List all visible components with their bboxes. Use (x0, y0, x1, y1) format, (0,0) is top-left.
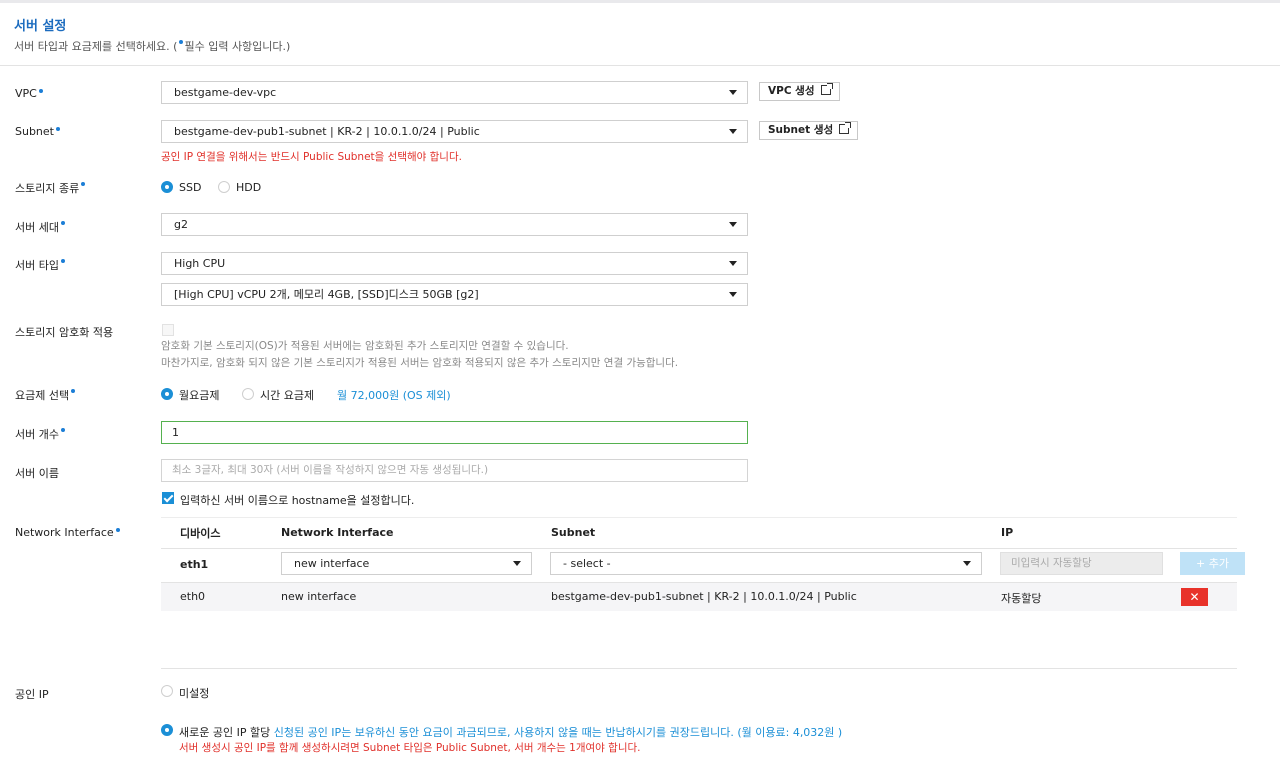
required-dot-icon (115, 528, 120, 532)
server-type-label: 서버 타입 (15, 257, 66, 273)
caret-down-icon (729, 292, 737, 297)
ni-interface-value: new interface (294, 557, 370, 570)
subnet-select[interactable]: bestgame-dev-pub1-subnet | KR-2 | 10.0.1… (161, 120, 748, 143)
ni-edit-device: eth1 (180, 558, 209, 571)
caret-down-icon (963, 561, 971, 566)
public-ip-label: 공인 IP (15, 688, 49, 701)
subtitle-prefix: 서버 타입과 요금제를 선택하세요. ( (14, 40, 178, 53)
pricing-monthly-radio[interactable] (161, 388, 173, 400)
create-vpc-label: VPC 생성 (768, 85, 815, 97)
pricing-label: 요금제 선택 (15, 387, 76, 403)
public-ip-new-note: 신청된 공인 IP는 보유하신 동안 요금이 과금되므로, 사용하지 않을 때는… (273, 726, 843, 739)
public-ip-warning: 서버 생성시 공인 IP를 함께 생성하시려면 Subnet 타입은 Publi… (179, 742, 641, 754)
create-subnet-button[interactable]: Subnet 생성 (759, 121, 859, 140)
encryption-note-2: 마찬가지로, 암호화 되지 않은 기본 스토리지가 적용된 서버는 암호화 적용… (161, 357, 679, 369)
public-ip-new-option: 새로운 공인 IP 할당 신청된 공인 IP는 보유하신 동안 요금이 과금되므… (179, 724, 842, 740)
required-dot-icon (56, 127, 60, 131)
caret-down-icon (729, 261, 737, 266)
page-subtitle: 서버 타입과 요금제를 선택하세요. ( 필수 입력 사항입니다.) (14, 38, 290, 54)
ni-subnet-select[interactable]: - select - (550, 552, 982, 575)
required-dot-icon (81, 182, 86, 186)
required-dot-icon (179, 40, 184, 44)
pricing-hourly-radio[interactable] (242, 388, 254, 400)
storage-ssd-radio[interactable] (161, 181, 173, 193)
pricing-monthly-label: 월요금제 (179, 389, 220, 402)
required-dot-icon (60, 259, 65, 263)
hostname-checkbox[interactable] (162, 492, 174, 504)
ni-subnet-value: - select - (563, 557, 611, 570)
ni-col-subnet: Subnet (551, 526, 596, 539)
hostname-checkbox-label: 입력하신 서버 이름으로 hostname을 설정합니다. (180, 494, 415, 507)
storage-hdd-label: HDD (236, 181, 262, 194)
ni-interface-select[interactable]: new interface (281, 552, 532, 575)
required-dot-icon (60, 221, 65, 225)
server-gen-label: 서버 세대 (15, 219, 66, 235)
server-count-input[interactable]: 1 (161, 421, 748, 444)
server-name-label: 서버 이름 (15, 467, 59, 480)
ni-ip-input[interactable]: 미입력시 자동할당 (1000, 552, 1163, 575)
required-dot-icon (38, 89, 43, 93)
server-type-select[interactable]: High CPU (161, 252, 748, 275)
create-vpc-button[interactable]: VPC 생성 (759, 82, 840, 101)
subnet-warning: 공인 IP 연결을 위해서는 반드시 Public Subnet을 선택해야 합… (161, 151, 462, 163)
storage-type-label: 스토리지 종류 (15, 180, 86, 196)
ni-delete-button[interactable]: ✕ (1181, 588, 1208, 606)
subtitle-suffix: 필수 입력 사항입니다.) (184, 40, 291, 53)
encryption-note-1: 암호화 기본 스토리지(OS)가 적용된 서버에는 암호화된 추가 스토리지만 … (161, 340, 569, 352)
pricing-amount: 월 72,000원 (OS 제외) (337, 389, 451, 402)
server-gen-value: g2 (174, 218, 188, 231)
pricing-hourly-label: 시간 요금제 (260, 389, 315, 402)
required-dot-icon (71, 389, 76, 393)
required-dot-icon (60, 428, 65, 432)
server-name-input[interactable]: 최소 3글자, 최대 30자 (서버 이름을 작성하지 않으면 자동 생성됩니다… (161, 459, 748, 482)
page-title: 서버 설정 (14, 19, 67, 34)
subnet-value: bestgame-dev-pub1-subnet | KR-2 | 10.0.1… (174, 125, 480, 138)
encryption-checkbox[interactable] (162, 324, 174, 336)
server-count-label: 서버 개수 (15, 426, 66, 442)
ni-row-subnet: bestgame-dev-pub1-subnet | KR-2 | 10.0.1… (551, 590, 857, 603)
server-type-value: High CPU (174, 257, 226, 270)
public-ip-none-radio[interactable] (161, 685, 173, 697)
section-header: 서버 설정 서버 타입과 요금제를 선택하세요. ( 필수 입력 사항입니다.) (0, 3, 1280, 66)
server-gen-select[interactable]: g2 (161, 213, 748, 236)
ni-add-button[interactable]: + 추가 (1180, 552, 1245, 575)
encryption-label: 스토리지 암호화 적용 (15, 326, 114, 339)
public-ip-new-label: 새로운 공인 IP 할당 (179, 726, 271, 739)
create-subnet-label: Subnet 생성 (768, 124, 834, 136)
server-spec-select[interactable]: [High CPU] vCPU 2개, 메모리 4GB, [SSD]디스크 50… (161, 283, 748, 306)
external-link-icon (820, 83, 833, 95)
storage-hdd-radio[interactable] (218, 181, 230, 193)
vpc-value: bestgame-dev-vpc (174, 86, 277, 99)
caret-down-icon (513, 561, 521, 566)
caret-down-icon (729, 129, 737, 134)
external-link-icon (839, 122, 852, 134)
network-interface-label: Network Interface (15, 526, 121, 539)
vpc-select[interactable]: bestgame-dev-vpc (161, 81, 748, 104)
ni-row-ip: 자동할당 (1001, 592, 1042, 605)
storage-ssd-label: SSD (179, 181, 202, 194)
section-divider (161, 668, 1237, 669)
server-spec-value: [High CPU] vCPU 2개, 메모리 4GB, [SSD]디스크 50… (174, 288, 479, 301)
caret-down-icon (729, 222, 737, 227)
ni-row-interface: new interface (281, 590, 357, 603)
subnet-label: Subnet (15, 125, 61, 138)
caret-down-icon (729, 90, 737, 95)
ni-col-ip: IP (1001, 526, 1014, 539)
public-ip-none-label: 미설정 (179, 687, 210, 700)
ni-row-device: eth0 (180, 590, 206, 603)
ni-col-interface: Network Interface (281, 526, 394, 539)
ni-col-device: 디바이스 (180, 527, 221, 540)
vpc-label: VPC (15, 87, 44, 100)
public-ip-new-radio[interactable] (161, 724, 173, 736)
